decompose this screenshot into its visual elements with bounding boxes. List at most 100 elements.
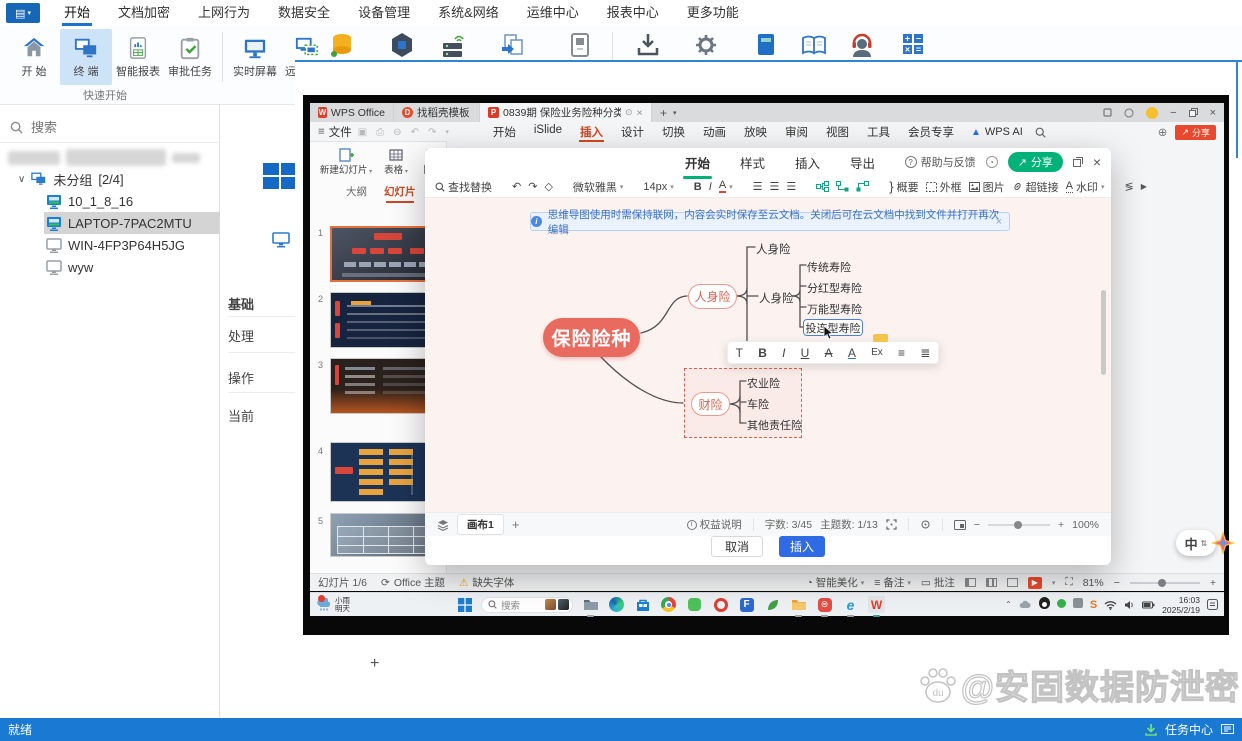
dialog-tab-insert[interactable]: 插入 <box>793 148 822 177</box>
italic-button[interactable]: I <box>709 181 712 193</box>
sidebar-search[interactable] <box>0 113 220 143</box>
mindmap-node[interactable]: 分红型寿险 <box>807 280 862 296</box>
layers-icon[interactable] <box>437 519 449 531</box>
skin-icon[interactable] <box>1124 107 1134 118</box>
fit-icon[interactable]: ⛶ <box>1065 576 1072 589</box>
tray-green-icon[interactable] <box>1056 598 1066 611</box>
tool-smart-report[interactable]: 智能报表 <box>112 29 164 85</box>
wifi-icon[interactable] <box>1104 600 1117 610</box>
align-left-icon[interactable]: ☰ <box>753 180 763 193</box>
image-button[interactable]: 图片 <box>968 179 1005 195</box>
bold-button[interactable]: B <box>694 181 702 193</box>
wps-menu-review[interactable]: 审阅 <box>776 124 817 140</box>
menu-report-center[interactable]: 报表中心 <box>593 0 673 26</box>
restore-icon[interactable] <box>1188 108 1198 117</box>
task-center-button[interactable]: 任务中心 <box>1165 721 1213 738</box>
notes-button[interactable]: ≡ 备注 ▾ <box>874 575 911 590</box>
add-canvas-icon[interactable]: + <box>512 517 520 532</box>
wps-menu-slideshow[interactable]: 放映 <box>735 124 776 140</box>
canvas-scrollbar[interactable] <box>1101 290 1106 375</box>
chevron-down-icon[interactable]: ▾ <box>1052 579 1056 587</box>
terminal-item[interactable]: WIN-4FP3P64H5JG <box>46 234 185 256</box>
bullet-list-button[interactable]: ≡ <box>898 346 905 360</box>
missing-font-warning[interactable]: ⚠ 缺失字体 <box>459 575 514 590</box>
wps-menu-start[interactable]: 开始 <box>484 124 525 140</box>
canvas-tab[interactable]: 画布1 <box>457 514 504 535</box>
add-icon[interactable]: ⊕ <box>1158 125 1168 139</box>
insert-parent-icon[interactable] <box>856 181 870 192</box>
wps-tab-home[interactable]: W WPS Office <box>310 103 394 122</box>
menu-home[interactable]: 开始 <box>50 0 104 26</box>
help-feedback-button[interactable]: ? 帮助与反馈 <box>904 154 976 170</box>
watermark-button[interactable]: A 水印 ▾ <box>1065 179 1105 195</box>
align-center-icon[interactable]: ☰ <box>770 180 780 193</box>
save-icon[interactable]: ▣ <box>358 127 367 138</box>
formula-button[interactable]: Ex <box>871 347 883 358</box>
new-tab-icon[interactable]: + <box>660 106 667 120</box>
font-size-select[interactable]: 14px ▾ <box>643 181 673 193</box>
undo-icon[interactable]: ↶ <box>512 180 521 193</box>
locate-center-icon[interactable] <box>920 519 931 530</box>
summary-button[interactable]: } 概要 <box>889 179 918 195</box>
insert-subtopic-icon[interactable] <box>836 181 849 192</box>
numbered-list-button[interactable]: ≣ <box>920 346 930 360</box>
format-painter-icon[interactable]: ◇ <box>544 180 552 193</box>
taskbar-app-red[interactable]: ⊜ <box>816 596 833 617</box>
fit-screen-icon[interactable] <box>886 519 897 530</box>
wps-tab-docer[interactable]: D 找稻壳模板 <box>394 103 480 122</box>
more-tools-icon[interactable]: ≶ <box>1125 180 1134 193</box>
tool-live-screen[interactable]: 实时屏幕 <box>229 29 281 85</box>
popout-icon[interactable] <box>1072 157 1083 167</box>
print-icon[interactable]: ⎙ <box>376 127 384 138</box>
mindmap-node[interactable]: 车险 <box>747 396 769 412</box>
tool-terminals[interactable]: 终 端 <box>60 29 112 85</box>
normal-view-icon[interactable] <box>964 578 976 587</box>
volume-icon[interactable] <box>1124 600 1135 610</box>
headset-support-icon[interactable] <box>850 32 874 58</box>
export-icon[interactable]: ⊖ <box>393 127 401 138</box>
taskbar-app-edge[interactable] <box>608 596 625 613</box>
comments-button[interactable]: ▭ 批注 <box>921 575 955 590</box>
taskbar-app-store[interactable] <box>634 596 651 613</box>
zoom-value[interactable]: 81% <box>1083 577 1104 589</box>
mindmap-node[interactable]: 其他责任险 <box>747 417 802 433</box>
smart-beautify-button[interactable]: ◔ 智能美化 ▾ <box>806 575 864 590</box>
underline-button[interactable]: U <box>801 346 810 360</box>
mindmap-node-caixian[interactable]: 财险 <box>691 392 730 416</box>
taskbar-app-explorer[interactable] <box>582 596 599 617</box>
open-book-icon[interactable] <box>801 32 827 58</box>
hexagon-app-icon[interactable] <box>390 32 414 58</box>
add-slide-button[interactable]: + <box>370 655 379 673</box>
close-tab-icon[interactable]: × <box>637 107 643 119</box>
zoom-out-icon[interactable]: − <box>1114 577 1120 589</box>
mindmap-root-node[interactable]: 保险险种 <box>543 318 640 357</box>
menu-web-behavior[interactable]: 上网行为 <box>184 0 264 26</box>
mode-icon[interactable]: ◔ <box>985 156 998 168</box>
tray-qq-icon[interactable] <box>1038 597 1050 612</box>
network-port-icon[interactable] <box>568 32 592 58</box>
insert-topic-icon[interactable] <box>816 181 830 192</box>
server-wifi-icon[interactable] <box>441 32 465 58</box>
redo-icon[interactable]: ↷ <box>528 180 537 193</box>
hyperlink-button[interactable]: 超链接 <box>1012 179 1059 195</box>
find-replace-button[interactable]: 查找替换 <box>435 179 492 195</box>
minimize-icon[interactable]: − <box>1170 107 1176 119</box>
panel-tab-outline[interactable]: 大纲 <box>346 184 367 199</box>
ribbon-search-icon[interactable] <box>1035 127 1046 138</box>
dialog-tab-export[interactable]: 导出 <box>848 148 877 177</box>
menu-device-management[interactable]: 设备管理 <box>344 0 424 26</box>
rights-info[interactable]: i 权益说明 <box>686 517 742 532</box>
menu-data-security[interactable]: 数据安全 <box>264 0 344 26</box>
database-icon[interactable] <box>330 32 354 58</box>
zoom-slider[interactable] <box>1129 578 1200 587</box>
tray-s-icon[interactable]: S <box>1090 599 1097 611</box>
zoom-in-icon[interactable]: + <box>1058 519 1064 531</box>
terminal-item-selected[interactable]: LAPTOP-7PAC2MTU <box>44 212 220 234</box>
zoom-slider[interactable] <box>988 520 1050 529</box>
expand-toolbar-icon[interactable]: ▶ <box>1141 182 1147 191</box>
dialog-tab-style[interactable]: 样式 <box>738 148 767 177</box>
menu-ops-center[interactable]: 运维中心 <box>513 0 593 26</box>
tool-home[interactable]: 开 始 <box>8 29 60 85</box>
calculator-icon[interactable]: + − × = <box>901 32 925 58</box>
wps-menu-tools[interactable]: 工具 <box>858 124 899 140</box>
